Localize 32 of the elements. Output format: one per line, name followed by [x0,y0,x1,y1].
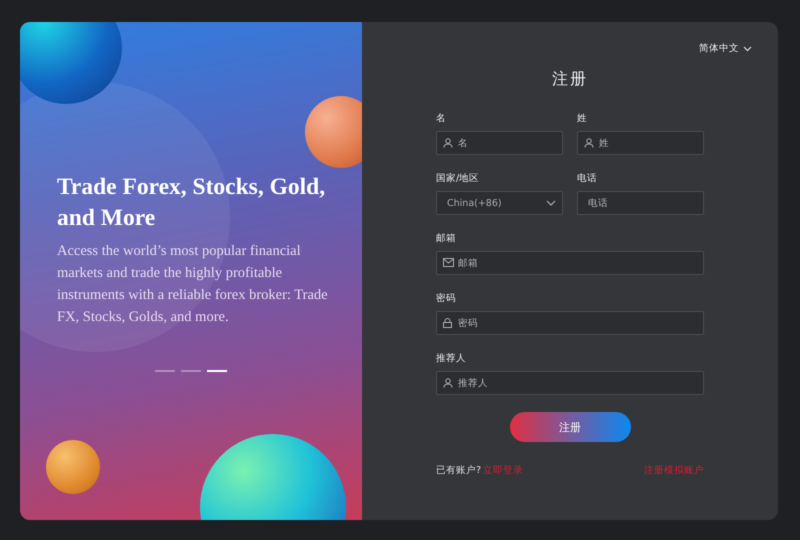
lock-icon [443,318,452,328]
account-prompt: 已有账户? [436,464,482,477]
field-label: 推荐人 [436,352,467,365]
chevron-down-icon [546,200,556,206]
language-selector[interactable]: 简体中文 [699,42,752,55]
input-field[interactable]: 电话 [577,191,704,215]
field-label: 电话 [577,172,598,185]
slide-indicator[interactable] [206,370,226,372]
sphere-drawing [305,96,362,168]
slide-indicator[interactable] [180,370,200,372]
form-title: 注册 [551,69,589,90]
input-field[interactable]: 密码 [436,311,704,335]
input-field[interactable]: 邮箱 [436,251,704,275]
user-icon [443,138,453,148]
field-label: 姓 [577,112,588,125]
field-label: 国家/地区 [436,172,480,185]
field-label: 名 [436,112,447,125]
hero-title: Trade Forex, Stocks, Gold, and More [57,173,326,233]
chevron-down-icon [743,46,752,52]
slide-indicator[interactable] [154,370,174,372]
hero-text: Access the world’s most popular financial markets and trade the highly profitable instruments with a reliable forex broker: Trade FX, Stocks, Golds, and more. [57,242,329,327]
field-label: 密码 [436,292,457,305]
input-field[interactable]: 姓 [577,131,704,155]
user-icon [443,378,453,388]
register-button[interactable]: 注册 [510,412,630,442]
mail-icon [443,258,454,267]
field-label: 邮箱 [436,232,457,245]
user-icon [584,138,594,148]
input-field[interactable]: 名 [436,131,563,155]
input-field[interactable]: 推荐人 [436,371,704,395]
country-select[interactable]: China(+86) [436,191,563,215]
sphere-drawing [46,440,100,494]
